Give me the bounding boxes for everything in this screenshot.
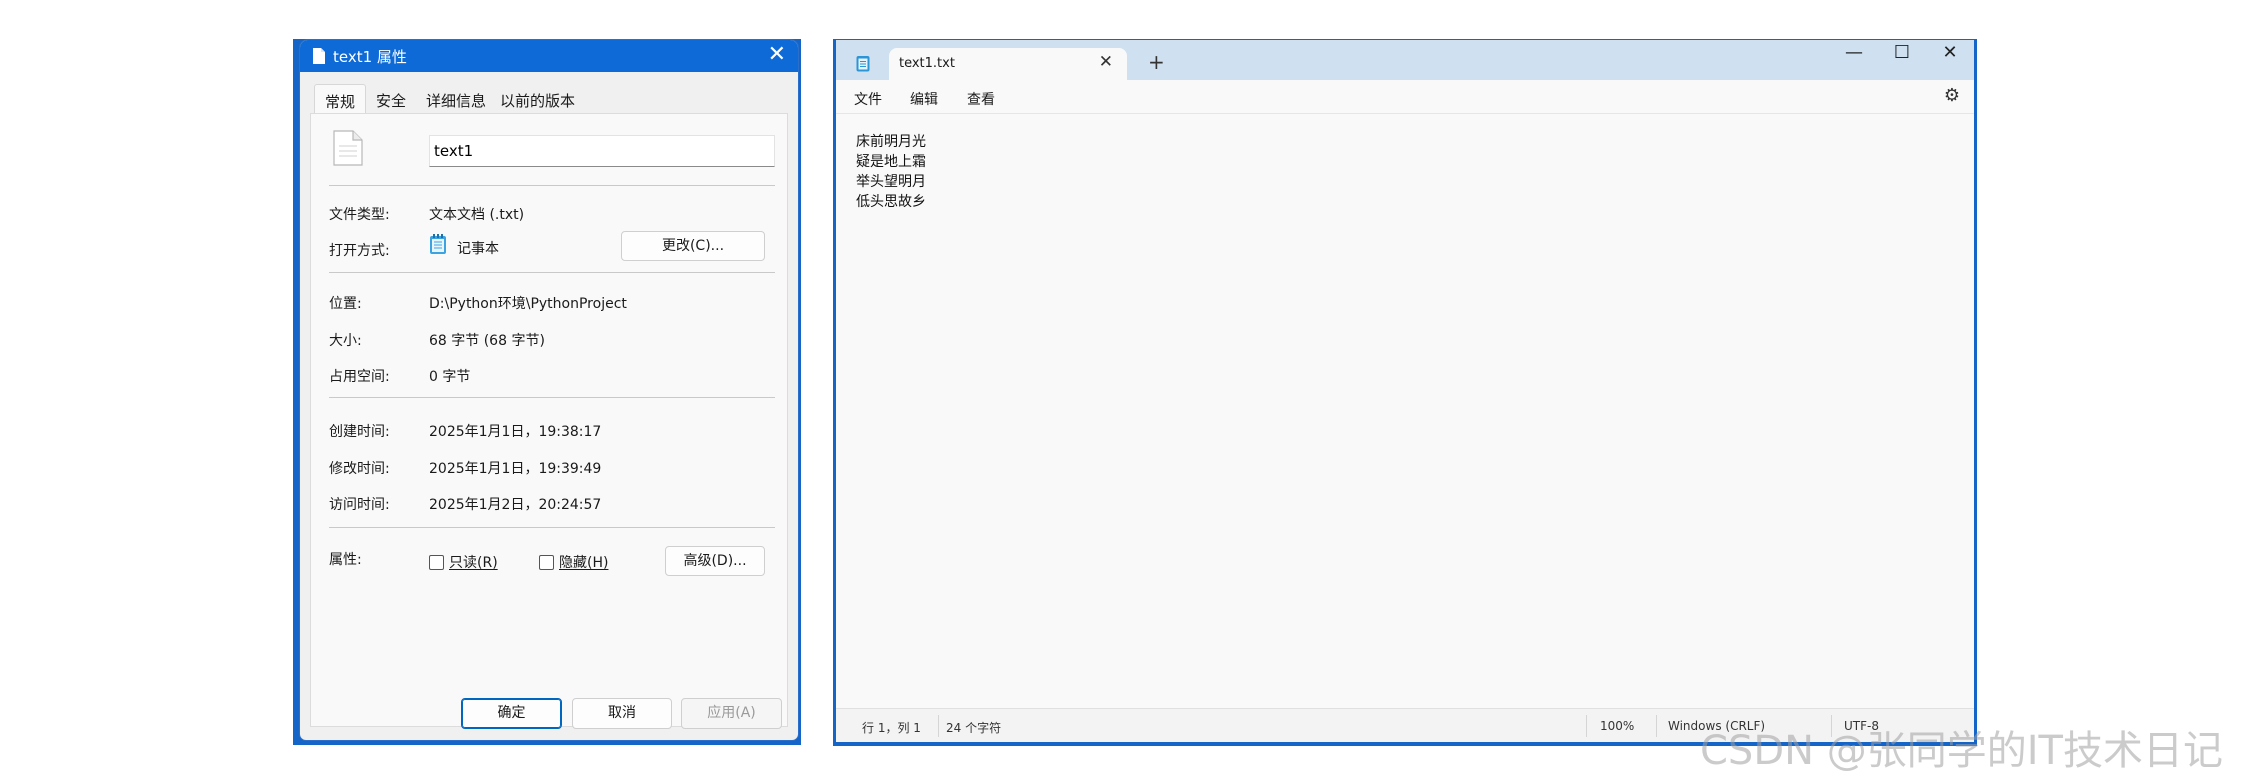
open-with-label: 打开方式: — [329, 243, 390, 259]
notepad-app-icon — [856, 56, 870, 72]
status-divider — [1586, 715, 1587, 737]
file-icon — [313, 48, 325, 64]
file-type-label: 文件类型: — [329, 207, 390, 223]
notepad-icon — [430, 234, 446, 254]
menu-view[interactable]: 查看 — [967, 89, 995, 109]
char-count: 24 个字符 — [946, 721, 1002, 735]
filename-input[interactable] — [429, 135, 775, 167]
notepad-window: text1.txt ✕ + — ☐ ✕ 文件 编辑 查看 ⚙ 床前明月光 疑是地… — [836, 40, 1974, 742]
advanced-button[interactable]: 高级(D)... — [665, 546, 765, 576]
text-line: 疑是地上霜 — [856, 154, 926, 170]
watermark: CSDN @张同学的IT技术日记 — [1700, 728, 2223, 774]
modified-value: 2025年1月1日，19:39:49 — [429, 461, 602, 477]
accessed-value: 2025年1月2日，20:24:57 — [429, 497, 602, 513]
created-value: 2025年1月1日，19:38:17 — [429, 424, 602, 440]
tab-details[interactable]: 详细信息 — [416, 84, 496, 114]
properties-dialog: text1 属性 ✕ 常规 安全 详细信息 以前的版本 文件类型: 文本文档 (… — [300, 40, 798, 740]
text-line: 床前明月光 — [856, 134, 926, 150]
location-value: D:\Python环境\PythonProject — [429, 296, 627, 312]
divider — [329, 185, 775, 186]
menu-edit[interactable]: 编辑 — [910, 89, 938, 109]
text-line: 举头望明月 — [856, 174, 926, 190]
zoom-level[interactable]: 100% — [1600, 719, 1634, 733]
modified-label: 修改时间: — [329, 461, 390, 477]
readonly-label[interactable]: 只读(R) — [449, 552, 498, 572]
tab-title: text1.txt — [899, 56, 955, 71]
hidden-label[interactable]: 隐藏(H) — [559, 552, 608, 572]
settings-icon[interactable]: ⚙ — [1944, 85, 1960, 106]
divider — [329, 397, 775, 398]
hidden-checkbox[interactable] — [539, 555, 554, 570]
dialog-tabs: 常规 安全 详细信息 以前的版本 — [314, 84, 585, 114]
window-close-icon[interactable]: ✕ — [1930, 42, 1970, 63]
new-tab-icon[interactable]: + — [1148, 50, 1165, 74]
dialog-titlebar[interactable]: text1 属性 ✕ — [300, 40, 798, 72]
minimize-icon[interactable]: — — [1834, 42, 1874, 63]
disk-size-value: 0 字节 — [429, 369, 471, 385]
dialog-title: text1 属性 — [333, 47, 407, 66]
tab-general[interactable]: 常规 — [314, 84, 367, 114]
text-editor[interactable]: 床前明月光 疑是地上霜 举头望明月 低头思故乡 — [836, 115, 1974, 695]
size-value: 68 字节 (68 字节) — [429, 333, 545, 349]
disk-size-label: 占用空间: — [329, 369, 390, 385]
close-icon[interactable]: ✕ — [768, 43, 786, 67]
created-label: 创建时间: — [329, 424, 390, 440]
size-label: 大小: — [329, 333, 362, 349]
document-icon — [333, 130, 363, 166]
divider — [329, 527, 775, 528]
status-divider — [938, 715, 939, 737]
notepad-menubar: 文件 编辑 查看 ⚙ — [836, 80, 1974, 114]
tab-security[interactable]: 安全 — [366, 84, 416, 114]
divider — [329, 272, 775, 273]
change-button[interactable]: 更改(C)... — [621, 231, 765, 261]
ok-button[interactable]: 确定 — [461, 698, 562, 729]
accessed-label: 访问时间: — [329, 497, 390, 513]
cancel-button[interactable]: 取消 — [572, 698, 672, 729]
notepad-titlebar[interactable]: text1.txt ✕ + — ☐ ✕ — [836, 40, 1974, 80]
notepad-tab[interactable]: text1.txt ✕ — [889, 48, 1127, 80]
text-line: 低头思故乡 — [856, 194, 926, 210]
status-divider — [1656, 715, 1657, 737]
menu-file[interactable]: 文件 — [854, 89, 882, 109]
open-with-value: 记事本 — [457, 241, 499, 257]
attributes-label: 属性: — [329, 552, 362, 568]
file-type-value: 文本文档 (.txt) — [429, 207, 525, 223]
readonly-checkbox[interactable] — [429, 555, 444, 570]
tab-previous-versions[interactable]: 以前的版本 — [496, 84, 585, 114]
general-panel: 文件类型: 文本文档 (.txt) 打开方式: 记事本 更改(C)... 位置:… — [310, 113, 788, 727]
location-label: 位置: — [329, 296, 362, 312]
tab-close-icon[interactable]: ✕ — [1099, 52, 1113, 72]
maximize-icon[interactable]: ☐ — [1882, 42, 1922, 63]
cursor-position: 行 1，列 1 — [862, 721, 921, 735]
apply-button: 应用(A) — [681, 698, 782, 729]
